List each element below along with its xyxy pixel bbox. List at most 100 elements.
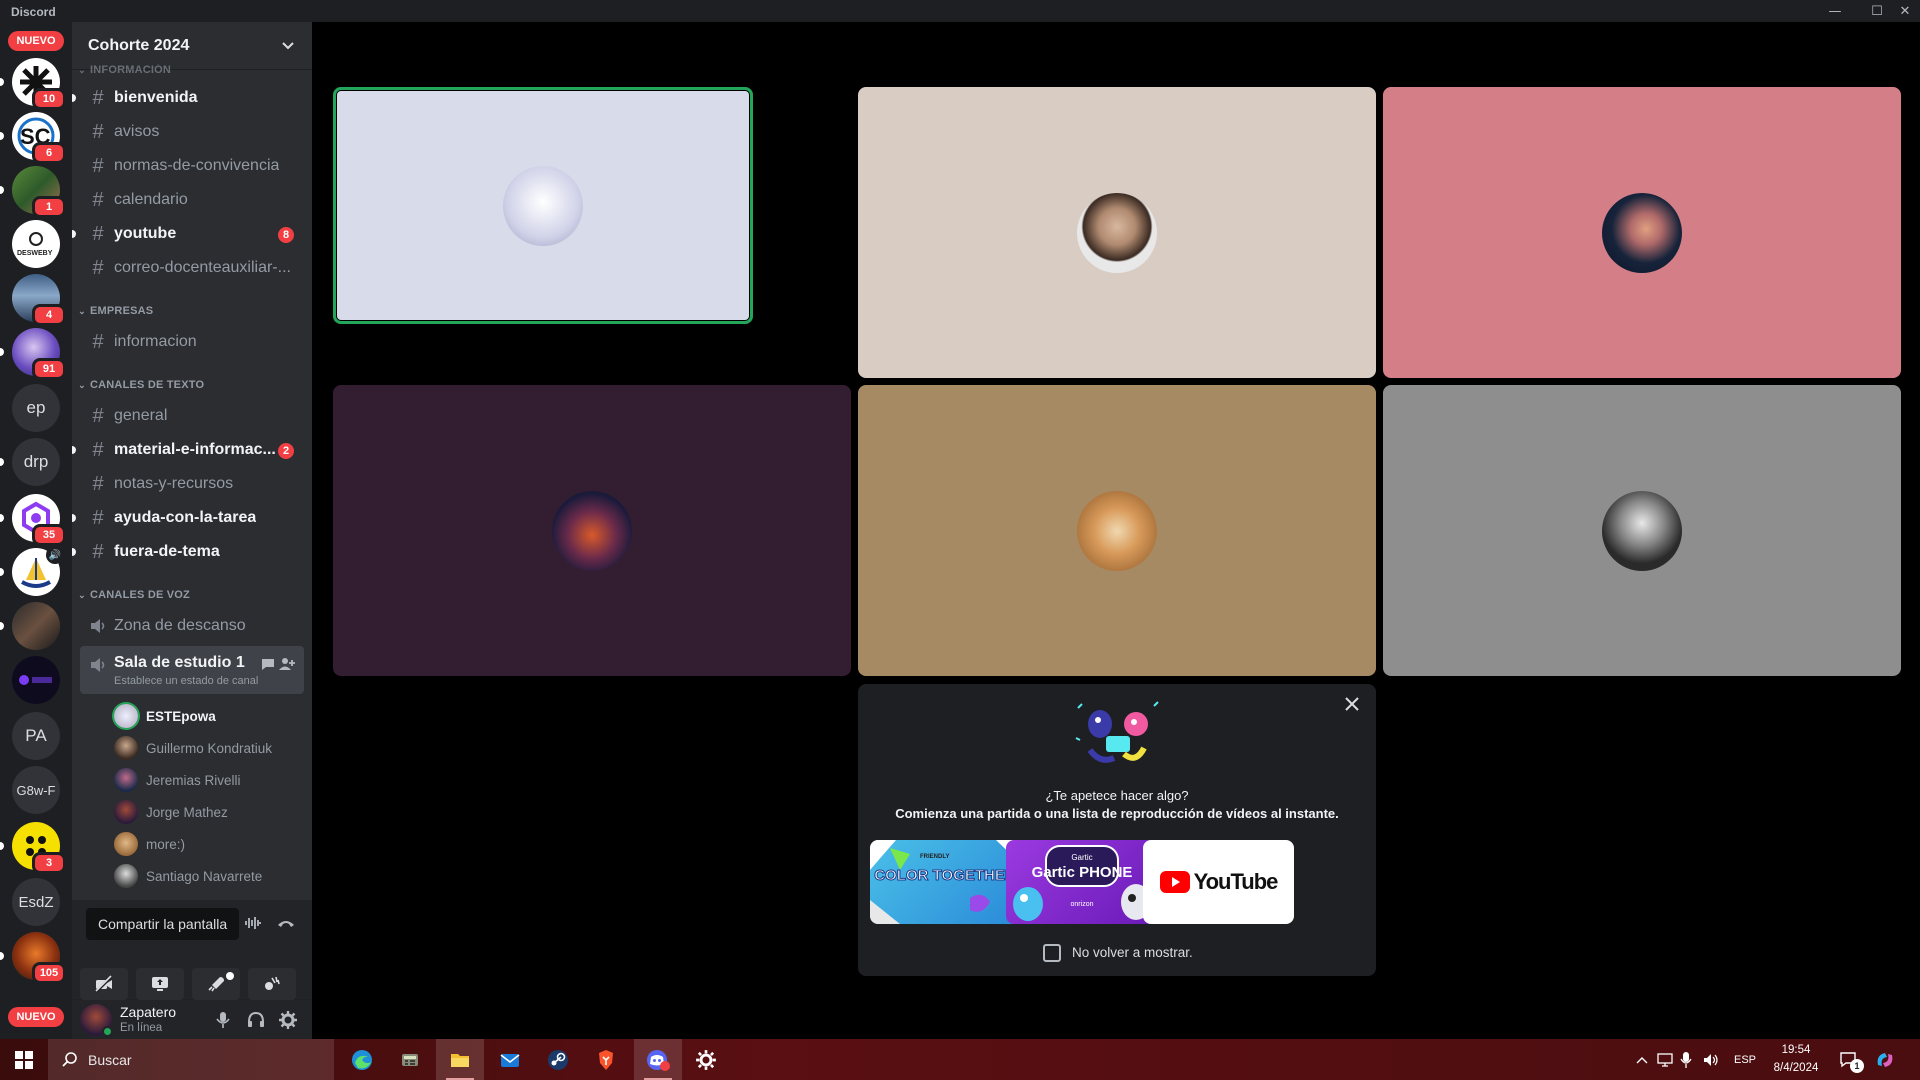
activity-card-color-together[interactable]: FRIENDLY COLOR TOGETHER [870, 840, 1021, 924]
network-status[interactable] [1656, 1039, 1674, 1080]
volume-tray[interactable] [1702, 1039, 1720, 1080]
channel-calendario[interactable]: # calendario [80, 184, 304, 216]
channel-correo[interactable]: # correo-docenteauxiliar-... [80, 252, 304, 284]
channel-informacion[interactable]: # informacion [80, 326, 304, 358]
new-servers-pill[interactable]: NUEVO [8, 31, 64, 51]
avatar [114, 864, 138, 888]
server-icon[interactable]: SC 6 [0, 112, 66, 164]
category-empresas[interactable]: ⌄ EMPRESAS [72, 302, 312, 320]
taskbar-clock[interactable]: 19:54 8/4/2024 [1762, 1041, 1830, 1077]
close-icon[interactable] [1342, 694, 1362, 714]
server-icon[interactable]: EsdZ [12, 878, 60, 926]
discord-icon [647, 1049, 670, 1071]
participant-tile[interactable] [333, 87, 753, 324]
server-icon[interactable]: PA [12, 712, 60, 760]
server-icon[interactable]: 91 [0, 328, 66, 380]
channel-general[interactable]: # general [80, 400, 304, 432]
voice-user[interactable]: Guillermo Kondratiuk [114, 734, 304, 762]
guild-header[interactable]: Cohorte 2024 [72, 22, 312, 70]
start-button[interactable] [0, 1039, 48, 1080]
server-icon[interactable]: 1 [0, 166, 66, 218]
server-icon[interactable]: G8w-F [12, 766, 60, 814]
gear-icon[interactable] [278, 1010, 298, 1030]
voice-user[interactable]: Santiago Navarrete [114, 862, 304, 890]
category-canales-de-texto[interactable]: ⌄ CANALES DE TEXTO [72, 376, 312, 394]
voice-user[interactable]: ESTEpowa [114, 702, 304, 730]
disconnect-icon[interactable] [276, 914, 296, 932]
avatar [1602, 192, 1682, 273]
chevron-down-icon [282, 42, 294, 50]
server-icon[interactable]: drp [0, 438, 60, 486]
notifications-button[interactable]: 1 [1838, 1039, 1872, 1080]
server-icon[interactable]: 🔊 [0, 546, 64, 596]
voice-user[interactable]: Jeremias Rivelli [114, 766, 304, 794]
minimize-icon[interactable]: — [1818, 0, 1852, 22]
headphones-icon[interactable] [246, 1010, 266, 1030]
server-icon[interactable] [12, 656, 60, 704]
chat-icon[interactable] [260, 656, 276, 672]
participant-tile[interactable] [1383, 87, 1901, 378]
settings-app[interactable] [682, 1039, 730, 1080]
participant-tile[interactable] [858, 87, 1376, 378]
noise-suppression-icon[interactable] [244, 914, 262, 932]
show-hidden-icons[interactable] [1636, 1039, 1648, 1080]
activity-card-youtube[interactable]: YouTube [1143, 840, 1294, 924]
server-badge: 10 [32, 88, 66, 110]
hash-icon: # [92, 86, 104, 109]
category-canales-de-voz[interactable]: ⌄ CANALES DE VOZ [72, 586, 312, 604]
participant-tile[interactable] [1383, 385, 1901, 676]
server-icon[interactable]: 35 [0, 494, 66, 546]
server-icon[interactable]: ep [12, 384, 60, 432]
voice-channel-sala[interactable]: Sala de estudio 1 Establece un estado de… [80, 646, 304, 694]
server-icon[interactable]: 3 [0, 822, 66, 874]
channel-notas[interactable]: # notas-y-recursos [80, 468, 304, 500]
input-language[interactable]: ESP [1734, 1039, 1756, 1080]
close-window-icon[interactable]: ✕ [1888, 0, 1920, 22]
channel-avisos[interactable]: # avisos [80, 116, 304, 148]
voice-channel-zona[interactable]: Zona de descanso [80, 610, 304, 642]
voice-user[interactable]: Jorge Mathez [114, 798, 304, 826]
mail-icon [500, 1053, 520, 1067]
participant-tile[interactable] [858, 385, 1376, 676]
taskbar-search[interactable]: Buscar [48, 1039, 334, 1080]
server-badge: 91 [32, 358, 66, 380]
new-servers-pill[interactable]: NUEVO [8, 1007, 64, 1027]
add-user-icon[interactable] [278, 655, 296, 673]
server-icon[interactable]: 4 [12, 274, 66, 326]
user-name: Zapatero [120, 1004, 177, 1020]
edge-app[interactable] [338, 1039, 386, 1080]
avatar [114, 768, 138, 792]
avatar [503, 165, 583, 246]
channel-normas[interactable]: # normas-de-convivencia [80, 150, 304, 182]
channel-bienvenida[interactable]: # bienvenida [72, 82, 304, 114]
channel-fuera-de-tema[interactable]: # fuera-de-tema [72, 536, 304, 568]
participant-tile[interactable] [333, 385, 851, 676]
volume-icon [1704, 1053, 1718, 1066]
activity-card-gartic-phone[interactable]: Gartic Gartic PHONE onrizon [1006, 840, 1157, 924]
calculator-app[interactable] [386, 1039, 434, 1080]
channel-youtube[interactable]: # youtube 8 [72, 218, 304, 250]
server-icon[interactable]: 10 [0, 58, 66, 110]
voice-user[interactable]: more:) [114, 830, 304, 858]
microphone-icon[interactable] [214, 1010, 232, 1030]
discord-app-taskbar[interactable] [634, 1039, 682, 1080]
server-icon[interactable]: DESWEBY [12, 220, 60, 268]
file-explorer-app[interactable] [436, 1039, 484, 1080]
mail-app[interactable] [486, 1039, 534, 1080]
category-informacion[interactable]: ⌄ INFORMACIÓN [72, 64, 312, 76]
activities-button[interactable] [192, 968, 240, 1000]
microphone-tray[interactable] [1680, 1039, 1692, 1080]
server-icon[interactable] [0, 602, 60, 650]
soundboard-button[interactable] [248, 968, 296, 1000]
channel-material[interactable]: # material-e-informac... 2 [72, 434, 304, 466]
dont-show-checkbox[interactable] [1043, 944, 1061, 962]
server-icon[interactable]: 105 [0, 932, 66, 984]
brave-app[interactable] [582, 1039, 630, 1080]
dont-show-label[interactable]: No volver a mostrar. [1072, 945, 1193, 960]
copilot-button[interactable] [1874, 1039, 1896, 1080]
channel-ayuda[interactable]: # ayuda-con-la-tarea [72, 502, 304, 534]
steam-app[interactable] [534, 1039, 582, 1080]
share-screen-button[interactable] [136, 968, 184, 1000]
camera-off-button[interactable] [80, 968, 128, 1000]
channel-status[interactable]: Establece un estado de canal [114, 675, 258, 687]
